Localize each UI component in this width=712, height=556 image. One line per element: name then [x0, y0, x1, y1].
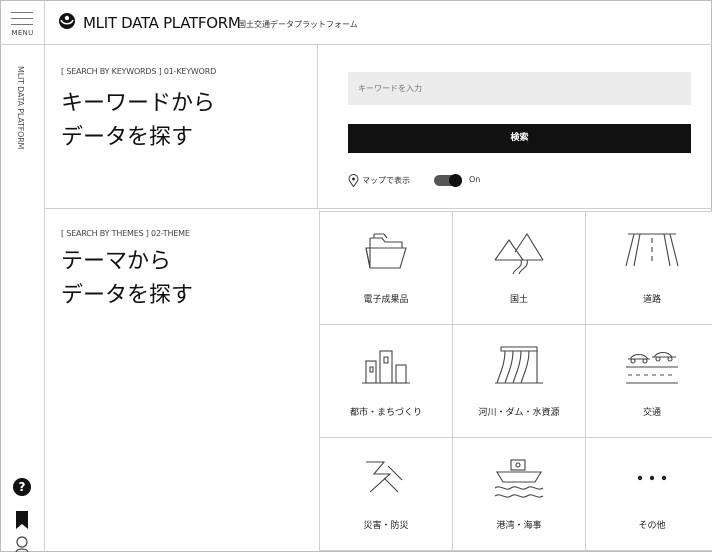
brand-subtitle: 国土交通データプラットフォーム — [238, 20, 358, 29]
hamburger-icon — [11, 12, 33, 30]
folder-icon — [320, 228, 452, 276]
help-icon[interactable]: ? — [13, 478, 31, 496]
tile-label: その他 — [638, 521, 666, 531]
top-header: MLIT DATA PLATFORM 国土交通データプラットフォーム — [45, 0, 712, 45]
side-rail: MENU MLIT DATA PLATFORM ? — [0, 0, 45, 553]
menu-button[interactable]: MENU — [0, 0, 45, 45]
user-icon[interactable] — [14, 536, 30, 556]
brand-title[interactable]: MLIT DATA PLATFORM — [83, 14, 241, 32]
keyword-search-input[interactable] — [348, 72, 691, 105]
keyword-section-title-line2: データを探す — [61, 125, 194, 150]
theme-tile-roads[interactable]: 道路 — [585, 212, 712, 325]
theme-section-title-line2: データを探す — [61, 283, 194, 308]
keyword-section-tag: [ SEARCH BY KEYWORDS ] 01-KEYWORD — [61, 67, 217, 76]
theme-grid: 電子成果品 国土 道路 都市・まちづくり 河川・ダム・水資源 交通 災害・防災 … — [319, 212, 712, 552]
tile-label: 河川・ダム・水資源 — [478, 408, 560, 418]
theme-section-title-line1: テーマから — [61, 249, 172, 274]
traffic-icon — [586, 341, 712, 389]
map-display-label: マップで表示 — [362, 176, 410, 185]
tile-label: 都市・まちづくり — [349, 408, 422, 418]
map-toggle-switch[interactable] — [434, 174, 462, 187]
tile-label: 道路 — [642, 295, 661, 305]
theme-section-tag: [ SEARCH BY THEMES ] 02-THEME — [61, 229, 190, 238]
menu-label: MENU — [11, 29, 34, 37]
theme-tile-rivers-dams[interactable]: 河川・ダム・水資源 — [452, 325, 585, 438]
theme-tile-other[interactable]: その他 — [585, 438, 712, 551]
disaster-icon — [320, 454, 452, 502]
theme-tile-land[interactable]: 国土 — [452, 212, 585, 325]
tile-label: 港湾・海事 — [496, 521, 542, 531]
toggle-state-label: On — [469, 175, 481, 184]
rail-brand-text: MLIT DATA PLATFORM — [16, 66, 25, 150]
theme-tile-ports-maritime[interactable]: 港湾・海事 — [452, 438, 585, 551]
dam-icon — [453, 341, 585, 389]
theme-tile-traffic[interactable]: 交通 — [585, 325, 712, 438]
tile-label: 国土 — [509, 295, 528, 305]
theme-tile-electronic-deliverables[interactable]: 電子成果品 — [319, 212, 452, 325]
theme-tile-disaster-prevention[interactable]: 災害・防災 — [319, 438, 452, 551]
mountain-icon — [453, 228, 585, 276]
city-buildings-icon — [320, 341, 452, 389]
keyword-search-section: [ SEARCH BY KEYWORDS ] 01-KEYWORD キーワードか… — [45, 45, 712, 209]
theme-tile-urban-planning[interactable]: 都市・まちづくり — [319, 325, 452, 438]
tile-label: 電子成果品 — [363, 295, 409, 305]
tile-label: 交通 — [642, 408, 661, 418]
keyword-section-title-line1: キーワードから — [61, 91, 216, 116]
section-divider — [317, 45, 318, 208]
map-pin-icon — [348, 174, 359, 189]
toggle-knob — [449, 174, 462, 187]
ship-icon — [453, 454, 585, 502]
road-icon — [586, 228, 712, 276]
more-dots-icon — [586, 454, 712, 502]
search-button[interactable]: 検索 — [348, 124, 691, 153]
bookmark-icon[interactable] — [15, 511, 29, 533]
mlit-logo-icon[interactable] — [58, 12, 76, 34]
tile-label: 災害・防災 — [363, 521, 409, 531]
